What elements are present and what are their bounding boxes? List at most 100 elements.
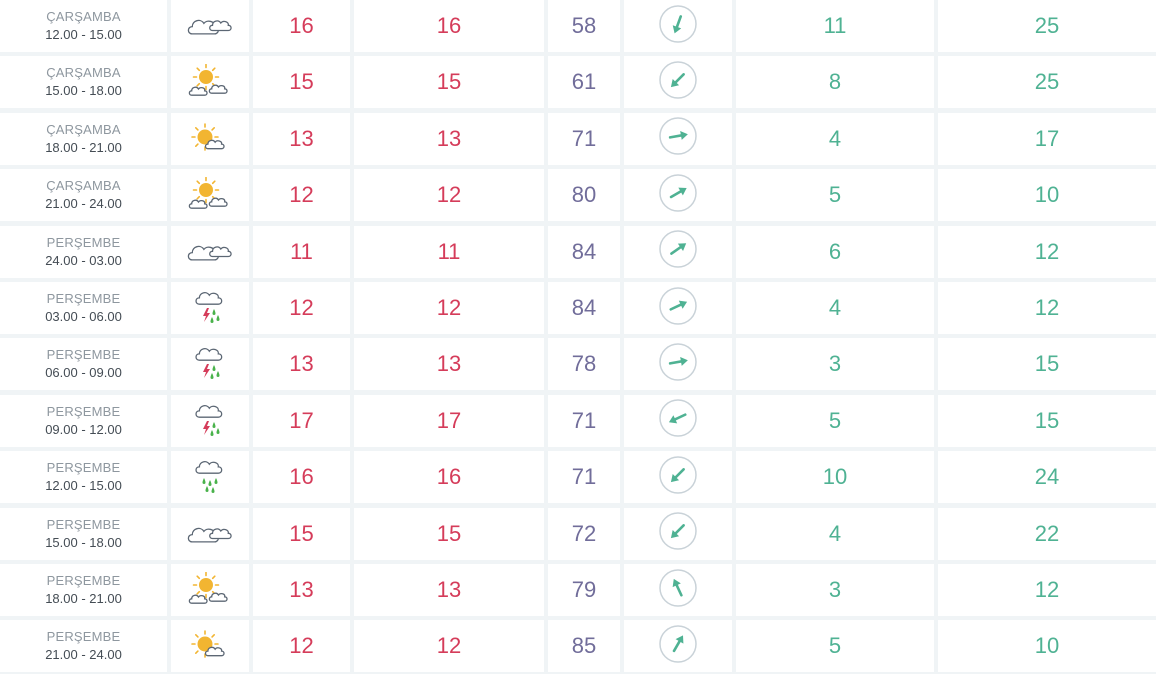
- rain-icon: [171, 451, 249, 504]
- wind-speed-value: 10: [822, 464, 848, 490]
- feels-like-value: 16: [436, 464, 462, 490]
- wind-speed-cell: 4: [736, 112, 934, 165]
- hour-range: 09.00 - 12.00: [45, 421, 122, 437]
- hour-range: 12.00 - 15.00: [45, 478, 122, 494]
- feels-like-cell: 16: [354, 0, 544, 52]
- temperature-cell: 13: [253, 338, 350, 391]
- thunder-rain-icon: [171, 394, 249, 447]
- temperature-cell: 15: [253, 56, 350, 109]
- time-cell: ÇARŞAMBA 18.00 - 21.00: [0, 112, 167, 165]
- wind-speed-value: 6: [828, 238, 842, 264]
- gust-speed-value: 25: [1034, 13, 1060, 38]
- wind-direction-icon: [658, 624, 698, 669]
- hour-range: 18.00 - 21.00: [45, 591, 122, 606]
- day-label: PERŞEMBE: [46, 347, 121, 363]
- feels-like-cell: 12: [354, 282, 544, 334]
- gust-speed-value: 15: [1034, 351, 1060, 377]
- wind-speed-cell: 6: [736, 225, 934, 278]
- table-row: PERŞEMBE 21.00 - 24.00 12 12 85 5 10: [0, 620, 1156, 673]
- feels-like-value: 15: [436, 520, 462, 546]
- time-cell: ÇARŞAMBA 12.00 - 15.00: [0, 0, 167, 52]
- feels-like-cell: 12: [354, 169, 544, 222]
- gust-speed-cell: 10: [938, 169, 1156, 222]
- wind-speed-cell: 4: [736, 507, 934, 560]
- gust-speed-value: 17: [1034, 125, 1060, 151]
- wind-direction-cell: [624, 56, 732, 109]
- feels-like-value: 11: [437, 238, 461, 264]
- wind-speed-value: 4: [828, 125, 842, 151]
- day-label: PERŞEMBE: [46, 629, 121, 645]
- humidity-cell: 78: [548, 338, 620, 391]
- temperature-cell: 16: [253, 451, 350, 504]
- table-row: PERŞEMBE 03.00 - 06.00 12 12 84 4 12: [0, 282, 1156, 334]
- hour-range: 15.00 - 18.00: [45, 534, 122, 550]
- temperature-cell: 16: [253, 0, 350, 52]
- wind-direction-icon: [658, 4, 698, 49]
- table-row: ÇARŞAMBA 18.00 - 21.00 13 13 71 4 17: [0, 112, 1156, 165]
- wind-direction-cell: [624, 451, 732, 504]
- gust-speed-cell: 24: [938, 451, 1156, 504]
- wind-direction-icon: [658, 173, 698, 218]
- feels-like-value: 12: [436, 182, 462, 208]
- feels-like-value: 12: [436, 295, 462, 320]
- hour-range: 15.00 - 18.00: [45, 83, 122, 99]
- humidity-cell: 84: [548, 282, 620, 334]
- humidity-value: 72: [571, 520, 597, 546]
- wind-speed-value: 8: [828, 69, 842, 95]
- temperature-value: 12: [289, 633, 314, 659]
- time-cell: PERŞEMBE 09.00 - 12.00: [0, 394, 167, 447]
- thunder-rain-icon: [171, 338, 249, 391]
- wind-speed-cell: 5: [736, 394, 934, 447]
- partly-cloudy-icon: [171, 56, 249, 109]
- feels-like-value: 12: [436, 633, 462, 659]
- wind-speed-cell: 3: [736, 338, 934, 391]
- gust-speed-value: 10: [1034, 633, 1060, 659]
- feels-like-cell: 15: [354, 507, 544, 560]
- time-cell: ÇARŞAMBA 15.00 - 18.00: [0, 56, 167, 109]
- hour-range: 12.00 - 15.00: [45, 27, 122, 42]
- wind-direction-icon: [658, 116, 698, 161]
- hour-range: 21.00 - 24.00: [45, 196, 122, 212]
- temperature-cell: 13: [253, 112, 350, 165]
- day-label: PERŞEMBE: [46, 516, 121, 532]
- table-row: ÇARŞAMBA 12.00 - 15.00 16 16 58 11 25: [0, 0, 1156, 52]
- temperature-cell: 15: [253, 507, 350, 560]
- temperature-value: 13: [289, 351, 314, 377]
- gust-speed-cell: 17: [938, 112, 1156, 165]
- humidity-cell: 85: [548, 620, 620, 673]
- humidity-value: 85: [571, 633, 597, 659]
- time-cell: PERŞEMBE 24.00 - 03.00: [0, 225, 167, 278]
- temperature-value: 15: [289, 520, 314, 546]
- humidity-cell: 58: [548, 0, 620, 52]
- wind-direction-cell: [624, 112, 732, 165]
- wind-speed-value: 11: [823, 13, 847, 38]
- gust-speed-cell: 15: [938, 394, 1156, 447]
- humidity-value: 58: [571, 13, 597, 38]
- temperature-value: 15: [289, 69, 314, 95]
- wind-speed-value: 5: [828, 633, 842, 659]
- wind-direction-cell: [624, 169, 732, 222]
- gust-speed-cell: 12: [938, 282, 1156, 334]
- wind-direction-cell: [624, 620, 732, 673]
- temperature-cell: 11: [253, 225, 350, 278]
- wind-speed-cell: 11: [736, 0, 934, 52]
- feels-like-value: 13: [436, 125, 462, 151]
- temperature-cell: 12: [253, 282, 350, 334]
- wind-direction-cell: [624, 0, 732, 52]
- gust-speed-value: 10: [1034, 182, 1060, 208]
- time-cell: PERŞEMBE 06.00 - 09.00: [0, 338, 167, 391]
- table-row: PERŞEMBE 06.00 - 09.00 13 13 78 3 15: [0, 338, 1156, 391]
- hour-range: 24.00 - 03.00: [45, 252, 122, 268]
- humidity-cell: 72: [548, 507, 620, 560]
- cloudy-icon: [171, 225, 249, 278]
- wind-direction-icon: [658, 568, 698, 613]
- cloudy-icon: [171, 0, 249, 52]
- feels-like-value: 16: [436, 13, 462, 38]
- feels-like-cell: 13: [354, 112, 544, 165]
- table-row: PERŞEMBE 09.00 - 12.00 17 17 71 5 15: [0, 394, 1156, 447]
- feels-like-cell: 17: [354, 394, 544, 447]
- feels-like-value: 17: [436, 407, 462, 433]
- humidity-cell: 79: [548, 564, 620, 616]
- wind-direction-icon: [658, 342, 698, 387]
- gust-speed-cell: 12: [938, 225, 1156, 278]
